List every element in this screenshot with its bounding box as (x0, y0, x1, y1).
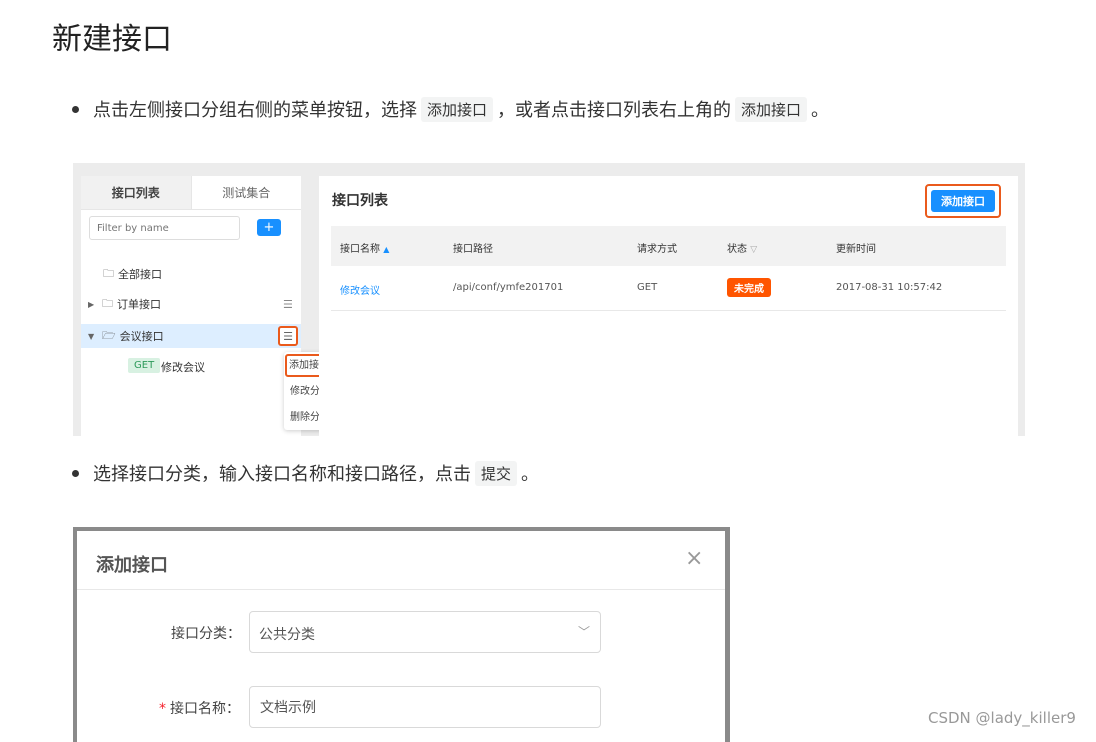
menu-icon[interactable]: ☰ (283, 298, 293, 311)
tree-item-order[interactable]: ▶ 🗀 订单接口 ☰ (81, 292, 301, 316)
step-2-code-a: 提交 (475, 460, 518, 486)
step-2-text-b: 。 (521, 464, 540, 485)
api-path: /api/conf/ymfe201701 (453, 282, 564, 293)
modal: 添加接口 × 接口分类： 公共分类 ﹀ * 接口名称： (77, 531, 725, 742)
step-2: 选择接口分类，输入接口名称和接口路径，点击 提交 。 (72, 460, 539, 486)
filter-row: + (89, 216, 289, 242)
folder-icon: 🗀 (103, 266, 114, 280)
screenshot-interface-list: 接口列表 测试集合 + 🗀 全部接口 ▶ 🗀 订单接口 ☰ ▼ 🗁 会议接口 ☰… (73, 163, 1025, 436)
panel-title: 接口列表 (332, 193, 388, 209)
watermark: CSDN @lady_killer9 (928, 709, 1076, 727)
caret-down-icon: ▼ (88, 331, 95, 341)
page-title: 新建接口 (52, 22, 172, 57)
name-label-text: 接口名称： (170, 701, 240, 717)
step-1-code-a: 添加接口 (421, 96, 494, 122)
filter-icon[interactable]: ▽ (750, 245, 757, 255)
column-header: 请求方式 (637, 244, 677, 255)
sidebar-tabs: 接口列表 测试集合 (81, 176, 301, 210)
bullet-dot (72, 105, 79, 113)
column-header: 接口路径 (453, 244, 493, 255)
step-1-text-c: 。 (811, 100, 830, 121)
tab-interface-list[interactable]: 接口列表 (81, 176, 192, 210)
modal-title: 添加接口 (96, 555, 168, 576)
updated-time: 2017-08-31 10:57:42 (836, 282, 943, 293)
tree-item-all[interactable]: 🗀 全部接口 (81, 262, 301, 286)
column-header: 更新时间 (836, 244, 876, 255)
status-badge: 未完成 (727, 278, 771, 297)
add-button-highlight: 添加接口 (925, 184, 1001, 218)
folder-open-icon: 🗁 (102, 328, 116, 342)
divider (77, 589, 725, 590)
caret-right-icon: ▶ (88, 299, 95, 309)
category-select[interactable]: 公共分类 ﹀ (249, 611, 601, 653)
close-icon[interactable]: × (685, 548, 703, 570)
column-header[interactable]: 状态 ▽ (727, 240, 757, 255)
api-name-link[interactable]: 修改会议 (340, 282, 380, 297)
column-header[interactable]: 接口名称 ▲ (340, 240, 389, 255)
method-badge: GET (128, 358, 161, 373)
main-panel: 接口列表 添加接口 接口名称 ▲ 接口路径 请求方式 状态 ▽ 更新时间 修改会… (319, 176, 1018, 436)
add-interface-button[interactable]: 添加接口 (931, 190, 995, 212)
add-category-button[interactable]: + (257, 219, 281, 236)
tree-api-item[interactable]: 修改会议 (161, 359, 205, 375)
table-row: 修改会议 /api/conf/ymfe201701 GET 未完成 2017-0… (331, 266, 1006, 311)
table-header: 接口名称 ▲ 接口路径 请求方式 状态 ▽ 更新时间 (331, 226, 1006, 266)
step-1-text-b: ，或者点击接口列表右上角的 (497, 100, 732, 121)
sidebar: 接口列表 测试集合 + 🗀 全部接口 ▶ 🗀 订单接口 ☰ ▼ 🗁 会议接口 ☰… (81, 176, 336, 436)
tree-item-label: 订单接口 (117, 298, 161, 311)
tree-item-meeting[interactable]: ▼ 🗁 会议接口 (81, 324, 301, 348)
tree-item-label: 全部接口 (118, 268, 162, 281)
category-menu-button[interactable]: ☰ (278, 326, 298, 346)
sort-icon[interactable]: ▲ (383, 245, 389, 254)
screenshot-add-interface-modal: 添加接口 × 接口分类： 公共分类 ﹀ * 接口名称： (73, 527, 730, 742)
tree-item-label: 会议接口 (119, 330, 164, 343)
folder-icon: 🗀 (102, 296, 113, 310)
step-1-text-a: 点击左侧接口分组右侧的菜单按钮，选择 (93, 100, 417, 121)
step-2-text-a: 选择接口分类，输入接口名称和接口路径，点击 (93, 464, 471, 485)
chevron-down-icon: ﹀ (578, 625, 591, 639)
bullet-dot (72, 469, 79, 477)
step-1-code-b: 添加接口 (735, 96, 808, 122)
column-label: 状态 (727, 244, 747, 255)
name-label: * 接口名称： (159, 698, 240, 718)
category-label: 接口分类： (171, 626, 241, 642)
category-value: 公共分类 (259, 627, 315, 643)
filter-input[interactable] (89, 216, 240, 240)
required-marker: * (159, 701, 166, 717)
api-method: GET (637, 282, 658, 293)
name-input[interactable] (249, 686, 601, 728)
step-1: 点击左侧接口分组右侧的菜单按钮，选择 添加接口 ，或者点击接口列表右上角的 添加… (72, 96, 829, 122)
column-label: 接口名称 (340, 244, 380, 255)
tab-test-collection[interactable]: 测试集合 (191, 176, 301, 210)
